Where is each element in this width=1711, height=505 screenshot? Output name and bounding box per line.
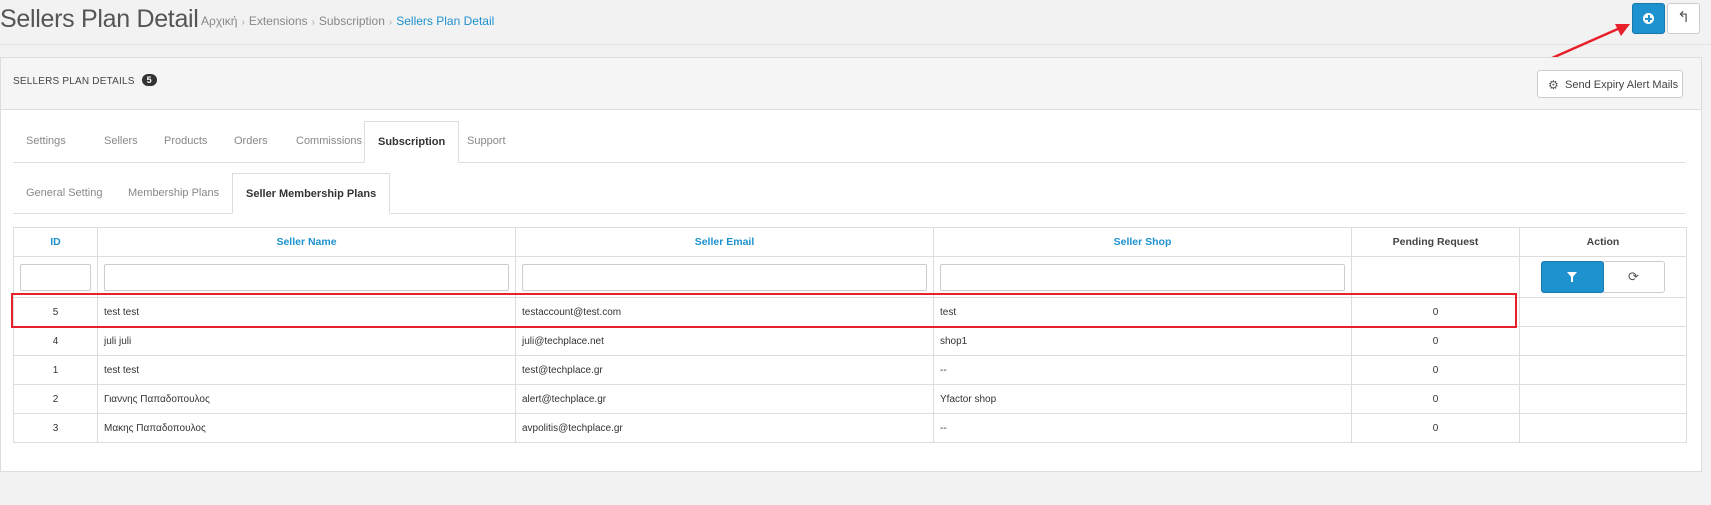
cell-seller-name: test test xyxy=(97,297,516,327)
reset-filter-button[interactable]: ⟳ xyxy=(1602,261,1665,293)
filter-cell xyxy=(1351,256,1520,298)
column-header-action: Action xyxy=(1519,227,1687,257)
sellers-plan-panel: SELLERS PLAN DETAILS 5 ⚙ Send Expiry Aler… xyxy=(0,57,1702,472)
cell-pending-request: 0 xyxy=(1351,326,1520,356)
cell-seller-email: alert@techplace.gr xyxy=(515,384,934,414)
cell-action xyxy=(1519,413,1687,443)
table-row[interactable]: 4 juli juli juli@techplace.net shop1 0 xyxy=(13,326,1687,356)
cell-pending-request: 0 xyxy=(1351,413,1520,443)
cell-pending-request: 0 xyxy=(1351,384,1520,414)
filter-actions-cell: ⟳ xyxy=(1519,256,1687,298)
breadcrumb-home[interactable]: Αρχική xyxy=(201,14,237,28)
cell-seller-shop: shop1 xyxy=(933,326,1352,356)
main-tabs: Settings Sellers Products Orders Commiss… xyxy=(13,121,1685,163)
breadcrumb-subscription[interactable]: Subscription xyxy=(319,14,385,28)
cell-seller-shop: -- xyxy=(933,355,1352,385)
column-header-seller-email[interactable]: Seller Email xyxy=(515,227,934,257)
breadcrumb: Αρχική › Extensions › Subscription › Sellers P… xyxy=(201,14,494,28)
send-expiry-alert-button[interactable]: ⚙ Send Expiry Alert Mails xyxy=(1537,70,1683,98)
filter-cell xyxy=(97,256,516,298)
breadcrumb-sellers-plan-detail[interactable]: Sellers Plan Detail xyxy=(396,14,494,28)
panel-title-text: SELLERS PLAN DETAILS xyxy=(13,76,135,87)
seller-membership-table: ID Seller Name Seller Email Seller Shop … xyxy=(13,227,1687,443)
filter-seller-shop-input[interactable] xyxy=(940,263,1345,291)
table-row[interactable]: 3 Μακης Παπαδοπουλος avpolitis@techplace… xyxy=(13,413,1687,443)
filter-button[interactable] xyxy=(1541,261,1604,293)
column-header-pending-request: Pending Request xyxy=(1351,227,1520,257)
reply-icon: ↰ xyxy=(1677,9,1690,26)
cell-seller-email: test@techplace.gr xyxy=(515,355,934,385)
cell-id: 4 xyxy=(13,326,98,356)
plus-circle-icon xyxy=(1643,13,1654,24)
filter-cell xyxy=(13,256,98,298)
send-expiry-alert-label: Send Expiry Alert Mails xyxy=(1565,79,1679,91)
cell-id: 2 xyxy=(13,384,98,414)
cell-action xyxy=(1519,326,1687,356)
cell-pending-request: 0 xyxy=(1351,355,1520,385)
back-button[interactable]: ↰ xyxy=(1667,3,1700,34)
cell-seller-email: juli@techplace.net xyxy=(515,326,934,356)
cell-action xyxy=(1519,355,1687,385)
cell-action xyxy=(1519,297,1687,327)
tab-commissions[interactable]: Commissions xyxy=(283,121,375,162)
tab-seller-membership-plans[interactable]: Seller Membership Plans xyxy=(232,173,391,214)
breadcrumb-extensions[interactable]: Extensions xyxy=(249,14,308,28)
filter-icon xyxy=(1567,272,1577,282)
cell-seller-email: testaccount@test.com xyxy=(515,297,934,327)
filter-seller-email-input[interactable] xyxy=(522,263,927,291)
cell-id: 5 xyxy=(13,297,98,327)
page-header: Sellers Plan Detail Αρχική › Extensions › Su… xyxy=(0,0,1711,45)
cell-id: 1 xyxy=(13,355,98,385)
count-badge: 5 xyxy=(141,74,157,86)
page-title: Sellers Plan Detail xyxy=(0,5,199,33)
filter-seller-name-input[interactable] xyxy=(104,263,509,291)
filter-id-input[interactable] xyxy=(20,263,91,291)
tab-settings[interactable]: Settings xyxy=(13,121,79,162)
panel-title: SELLERS PLAN DETAILS 5 xyxy=(13,74,157,87)
cell-seller-name: juli juli xyxy=(97,326,516,356)
cell-seller-email: avpolitis@techplace.gr xyxy=(515,413,934,443)
panel-heading: SELLERS PLAN DETAILS 5 ⚙ Send Expiry Aler… xyxy=(1,58,1701,110)
tab-orders[interactable]: Orders xyxy=(221,121,281,162)
cell-id: 3 xyxy=(13,413,98,443)
filter-cell xyxy=(933,256,1352,298)
filter-row: ⟳ xyxy=(13,256,1687,298)
tab-sellers[interactable]: Sellers xyxy=(91,121,151,162)
gear-icon: ⚙ xyxy=(1548,78,1559,92)
cell-seller-name: Γιαννης Παπαδοπουλος xyxy=(97,384,516,414)
column-header-seller-shop[interactable]: Seller Shop xyxy=(933,227,1352,257)
tab-membership-plans[interactable]: Membership Plans xyxy=(115,173,232,213)
tab-general-setting[interactable]: General Setting xyxy=(13,173,115,213)
tab-products[interactable]: Products xyxy=(151,121,220,162)
tab-support[interactable]: Support xyxy=(454,121,519,162)
table-row[interactable]: 5 test test testaccount@test.com test 0 xyxy=(13,297,1687,327)
cell-pending-request: 0 xyxy=(1351,297,1520,327)
breadcrumb-separator: › xyxy=(388,17,393,28)
cell-action xyxy=(1519,384,1687,414)
tab-subscription[interactable]: Subscription xyxy=(364,121,460,163)
column-header-seller-name[interactable]: Seller Name xyxy=(97,227,516,257)
cell-seller-shop: -- xyxy=(933,413,1352,443)
table-header-row: ID Seller Name Seller Email Seller Shop … xyxy=(13,227,1687,257)
table-row[interactable]: 1 test test test@techplace.gr -- 0 xyxy=(13,355,1687,385)
add-button[interactable] xyxy=(1632,3,1665,34)
table-row[interactable]: 2 Γιαννης Παπαδοπουλος alert@techplace.g… xyxy=(13,384,1687,414)
cell-seller-name: test test xyxy=(97,355,516,385)
breadcrumb-separator: › xyxy=(241,17,245,28)
sub-tabs: General Setting Membership Plans Seller … xyxy=(13,173,1685,214)
breadcrumb-separator: › xyxy=(311,17,315,28)
cell-seller-name: Μακης Παπαδοπουλος xyxy=(97,413,516,443)
filter-cell xyxy=(515,256,934,298)
refresh-icon: ⟳ xyxy=(1628,269,1639,284)
cell-seller-shop: test xyxy=(933,297,1352,327)
cell-seller-shop: Yfactor shop xyxy=(933,384,1352,414)
column-header-id[interactable]: ID xyxy=(13,227,98,257)
